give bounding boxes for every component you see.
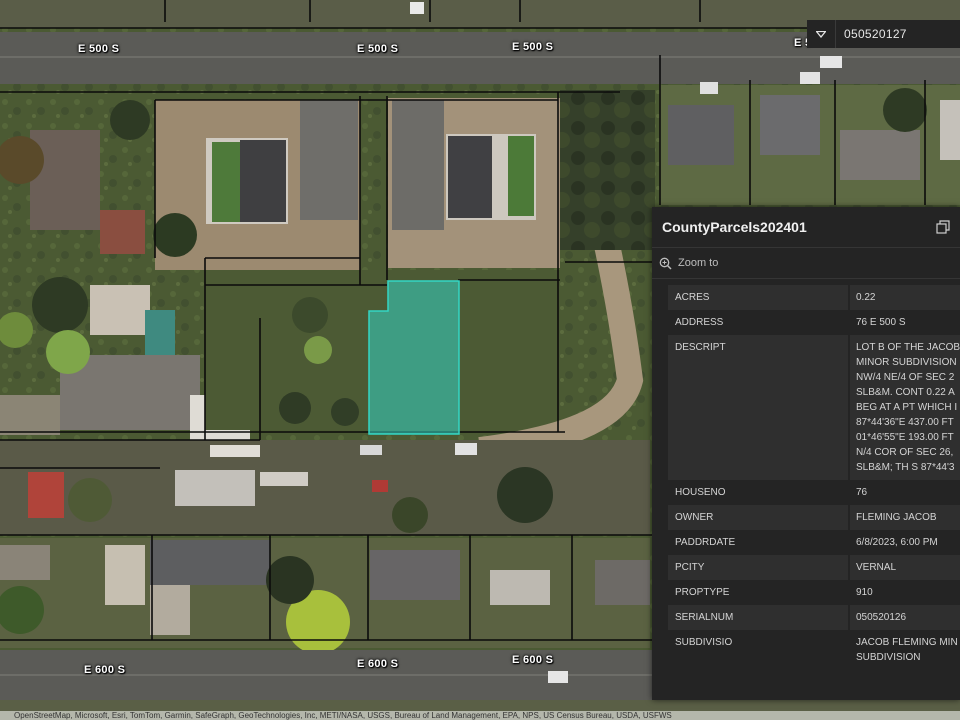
triangle-down-icon[interactable]: [807, 20, 836, 48]
attribute-row: OWNER FLEMING JACOB: [668, 505, 960, 530]
attribute-value: 0.22: [849, 285, 960, 310]
attribute-value: LOT B OF THE JACOB MINOR SUBDIVISION NW/…: [849, 335, 960, 480]
attribute-key: ACRES: [668, 285, 850, 310]
attribute-row: SERIALNUM 050520126: [668, 605, 960, 630]
feature-popup: CountyParcels202401 Zoom to ACRES 0.22 ADD…: [652, 207, 960, 700]
attribute-row: DESCRIPT LOT B OF THE JACOB MINOR SUBDIVI…: [668, 335, 960, 480]
attribute-row: SUBDIVISIO JACOB FLEMING MIN SUBDIVISION: [668, 630, 960, 670]
dock-icon[interactable]: [936, 220, 950, 237]
attribute-key: OWNER: [668, 505, 850, 530]
attribute-key: SUBDIVISIO: [668, 630, 850, 670]
attribute-value: FLEMING JACOB: [849, 505, 960, 530]
road-label: E 600 S: [84, 664, 126, 676]
popup-header: CountyParcels202401: [652, 207, 960, 247]
zoom-to-icon: [659, 257, 672, 270]
attribute-key: HOUSENO: [668, 480, 850, 505]
parcel-search-box[interactable]: 050520127: [807, 20, 960, 48]
attribute-row: PCITY VERNAL: [668, 555, 960, 580]
attribute-table: ACRES 0.22 ADDRESS 76 E 500 S DESCRIPT LOT B …: [668, 285, 960, 670]
road-label: E 500 S: [78, 43, 120, 55]
attribute-row: ADDRESS 76 E 500 S: [668, 310, 960, 335]
road-label: E 600 S: [357, 658, 399, 670]
attribute-value: JACOB FLEMING MIN SUBDIVISION: [849, 630, 960, 670]
attribute-key: SERIALNUM: [668, 605, 850, 630]
zoom-to-label: Zoom to: [678, 257, 719, 269]
search-input[interactable]: 050520127: [836, 27, 907, 41]
popup-title: CountyParcels202401: [662, 219, 807, 235]
road-label: E 600 S: [512, 654, 554, 666]
attribute-row: ACRES 0.22: [668, 285, 960, 310]
attribute-value: 76: [849, 480, 960, 505]
attribute-row: HOUSENO 76: [668, 480, 960, 505]
attribute-key: ADDRESS: [668, 310, 850, 335]
attribute-value: 910: [849, 580, 960, 605]
attribute-key: PROPTYPE: [668, 580, 850, 605]
map-attribution: OpenStreetMap, Microsoft, Esri, TomTom, …: [0, 711, 960, 720]
road-label: E 500 S: [512, 41, 554, 53]
attribute-row: PADDRDATE 6/8/2023, 6:00 PM: [668, 530, 960, 555]
attribute-value: 76 E 500 S: [849, 310, 960, 335]
attribute-key: PCITY: [668, 555, 850, 580]
zoom-to-button[interactable]: Zoom to: [652, 247, 960, 279]
attribute-value: 6/8/2023, 6:00 PM: [849, 530, 960, 555]
road-label: E 500 S: [357, 43, 399, 55]
attribute-key: PADDRDATE: [668, 530, 850, 555]
attribute-key: DESCRIPT: [668, 335, 850, 480]
attribute-value: VERNAL: [849, 555, 960, 580]
attribute-value: 050520126: [849, 605, 960, 630]
attribute-row: PROPTYPE 910: [668, 580, 960, 605]
